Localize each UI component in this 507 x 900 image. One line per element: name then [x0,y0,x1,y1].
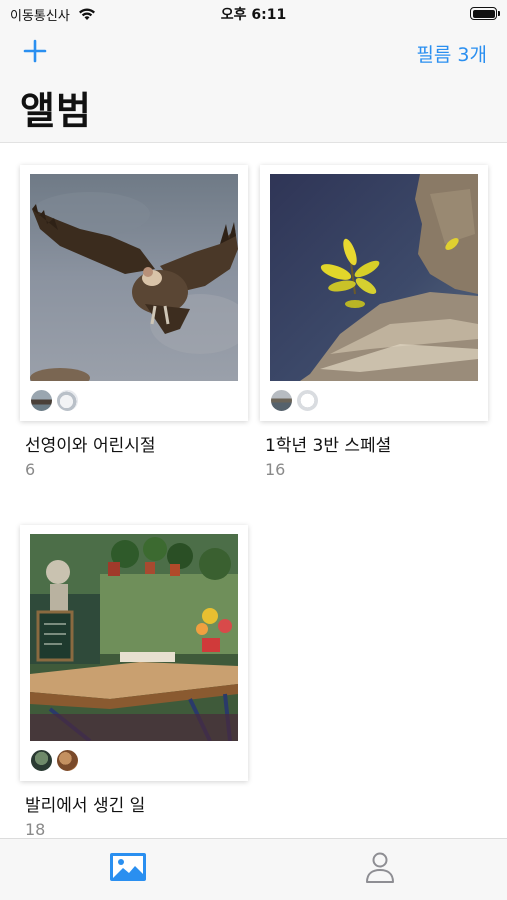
navigation-bar: 필름 3개 앨범 [0,28,507,143]
album-photo-cafe [30,534,238,741]
add-button[interactable] [22,38,48,64]
plus-icon [23,39,47,63]
album-title: 선영이와 어린시절 [25,436,156,456]
photo-icon [110,853,146,881]
tab-profile[interactable] [360,849,400,885]
status-bar: 이동통신사 오후 6:11 [0,0,507,28]
battery-icon [470,7,500,20]
album-photo-plant [270,174,478,381]
avatar [30,749,53,772]
album-card [20,165,248,421]
tab-albums[interactable] [108,849,148,885]
album-title: 1학년 3반 스페셜 [265,436,392,456]
album-card [20,525,248,781]
clock: 오후 6:11 [220,7,287,23]
avatar [270,389,293,412]
person-icon [366,852,394,883]
album-title: 발리에서 생긴 일 [25,796,146,816]
avatar [30,389,53,412]
album-item[interactable]: 발리에서 생긴 일 18 [20,525,248,839]
avatar [56,389,79,412]
film-count-button[interactable]: 필름 3개 [416,40,487,67]
album-count: 18 [25,820,46,839]
page-title: 앨범 [20,89,92,133]
screen: 이동통신사 오후 6:11 필름 3개 앨범 선영이와 어린시절 6 1학년 3… [0,0,507,900]
avatar [296,389,319,412]
tab-bar [0,838,507,900]
album-item[interactable]: 1학년 3반 스페셜 16 [260,165,488,479]
album-count: 6 [25,460,36,479]
avatar [56,749,79,772]
album-count: 16 [265,460,286,479]
album-photo-vulture [30,174,238,381]
album-card [260,165,488,421]
album-grid: 선영이와 어린시절 6 1학년 3반 스페셜 16 발리에서 생긴 일 18 [0,143,507,840]
album-item[interactable]: 선영이와 어린시절 6 [20,165,248,479]
